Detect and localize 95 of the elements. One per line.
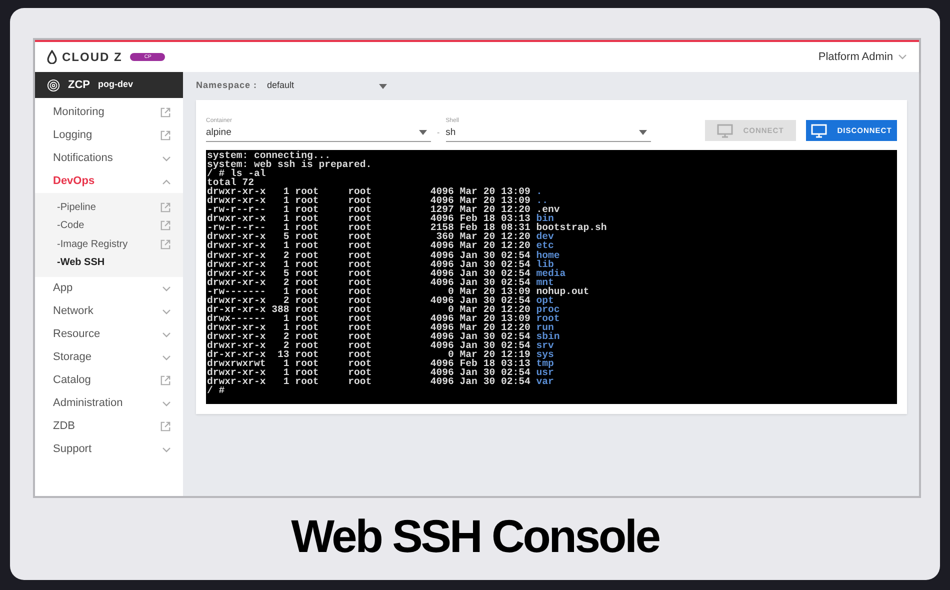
file-listing-entry: dr-xr-xr-x 388 root root 0 Mar 20 12:20 [207, 304, 532, 314]
chevron-icon [162, 400, 171, 406]
monitor-icon [811, 124, 828, 138]
sidebar-item[interactable]: Resource [35, 323, 183, 346]
user-menu[interactable]: Platform Admin [818, 48, 907, 66]
external-link-icon [160, 238, 171, 250]
file-listing-entry: drwxr-xr-x 2 root root 4096 Jan 30 02:54 [207, 340, 532, 350]
terminal-line: total 72 [207, 178, 254, 188]
file-listing-entry: drwxr-xr-x 1 root root 4096 Jan 30 02:54 [207, 368, 532, 378]
file-name: var [536, 377, 554, 386]
file-name: home [536, 250, 560, 260]
sidebar-item[interactable]: ZDB [35, 415, 183, 438]
file-name: proc [536, 304, 560, 314]
chevron-icon [162, 308, 171, 314]
external-link-icon [160, 220, 171, 232]
file-name: tmp [536, 359, 554, 368]
external-link-icon [160, 107, 171, 118]
file-name: nohup.out [536, 286, 590, 296]
drop-logo-icon [47, 50, 57, 64]
file-listing-entry: drwxr-xr-x 2 root root 4096 Jan 30 02:54 [207, 250, 532, 260]
file-name: media [536, 268, 566, 278]
file-listing-entry: drwxr-xr-x 1 root root 4096 Jan 30 02:54 [207, 260, 532, 269]
file-listing-entry: drwxr-xr-x 1 root root 4096 Mar 20 13:09 [207, 187, 532, 196]
submenu-item[interactable]: -Web SSH [35, 254, 183, 272]
sidebar-item[interactable]: Logging [35, 124, 183, 147]
submenu-item[interactable]: -Code [35, 216, 183, 235]
terminal-line: system: web ssh is prepared. [207, 160, 372, 170]
external-link-icon [160, 421, 171, 432]
chevron-icon [162, 178, 171, 184]
namespace-select[interactable]: default [267, 79, 388, 93]
file-name: .. [536, 196, 548, 206]
external-link-icon [160, 202, 171, 213]
sidebar-item[interactable]: Administration [35, 392, 183, 415]
file-listing-entry: -rw-r--r-- 1 root root 2158 Feb 18 08:31 [207, 223, 532, 232]
file-listing-entry: -rw-r--r-- 1 root root 1297 Mar 20 12:20 [207, 205, 532, 214]
file-listing-entry: dr-xr-xr-x 13 root root 0 Mar 20 12:19 [207, 350, 532, 360]
product-name: ZCP [68, 78, 90, 93]
file-name: bin [536, 214, 554, 224]
namespace-label: Namespace : [196, 79, 258, 92]
dropdown-caret-icon [638, 130, 647, 136]
terminal-line: system: connecting... [207, 151, 330, 160]
sidebar-item[interactable]: Notifications [35, 147, 183, 170]
file-listing-entry: drwxr-xr-x 1 root root 4096 Jan 30 02:54 [207, 377, 532, 386]
submenu-item[interactable]: -Image Registry [35, 235, 183, 254]
external-link-icon [160, 130, 171, 141]
sidebar-item[interactable]: Network [35, 300, 183, 323]
file-listing-entry: drwxr-xr-x 1 root root 4096 Feb 18 03:13 [207, 214, 532, 224]
chevron-icon [162, 446, 171, 452]
file-name: sys [536, 350, 554, 360]
chevron-icon [162, 332, 171, 338]
file-name: etc [536, 241, 554, 251]
sidebar-item[interactable]: Storage [35, 346, 183, 369]
file-name: opt [536, 296, 554, 305]
file-name: bootstrap.sh [536, 223, 607, 232]
sidebar-item[interactable]: Support [35, 438, 183, 461]
separator-text: - [437, 127, 440, 139]
file-listing-entry: drwxrwxrwt 1 root root 4096 Feb 18 03:13 [207, 359, 532, 368]
file-listing-entry: drwxr-xr-x 1 root root 4096 Mar 20 12:20 [207, 241, 532, 251]
dropdown-caret-icon [379, 84, 388, 88]
sidebar-item[interactable]: DevOps [35, 170, 183, 193]
file-name: sbin [536, 332, 560, 341]
file-listing-entry: drwxr-xr-x 5 root root 4096 Jan 30 02:54 [207, 268, 532, 278]
sidebar-item[interactable]: App [35, 277, 183, 300]
monitor-icon [717, 124, 734, 138]
file-listing-entry: drwx------ 1 root root 4096 Mar 20 13:09 [207, 314, 532, 323]
file-name: dev [536, 232, 554, 242]
file-listing-entry: drwxr-xr-x 2 root root 4096 Jan 30 02:54 [207, 296, 532, 305]
file-name: usr [536, 368, 554, 378]
file-listing-entry: drwxr-xr-x 1 root root 4096 Mar 20 12:20 [207, 322, 532, 332]
submenu-item[interactable]: -Pipeline [35, 198, 183, 216]
cluster-name: pog-dev [98, 78, 133, 92]
external-link-icon [160, 375, 171, 386]
chevron-icon [162, 286, 171, 292]
chevron-icon [162, 156, 171, 162]
file-name: lib [536, 260, 554, 269]
file-name: mnt [536, 278, 554, 287]
dropdown-caret-icon [419, 130, 427, 136]
logo-text: CLOUD Z [62, 49, 122, 66]
terminal-prompt: / # [207, 386, 225, 396]
file-listing-entry: drwxr-xr-x 1 root root 4096 Mar 20 13:09 [207, 196, 532, 206]
file-listing-entry: drwxr-xr-x 2 root root 4096 Jan 30 02:54 [207, 332, 532, 341]
chevron-icon [162, 354, 171, 360]
caption-title: Web SSH Console [291, 509, 659, 564]
sidebar-item[interactable]: Monitoring [35, 101, 183, 124]
file-listing-entry: drwxr-xr-x 5 root root 360 Mar 20 12:20 [207, 232, 532, 242]
file-name: root [536, 314, 560, 323]
sidebar-item[interactable]: Catalog [35, 369, 183, 392]
file-name: . [536, 187, 542, 196]
file-listing-entry: -rw------- 1 root root 0 Mar 20 13:09 [207, 286, 532, 296]
terminal-line: / # ls -al [207, 169, 266, 178]
file-name: .env [536, 205, 560, 214]
chevron-icon [898, 54, 907, 60]
file-listing-entry: drwxr-xr-x 2 root root 4096 Jan 30 02:54 [207, 278, 532, 287]
file-name: run [536, 322, 554, 332]
file-name: srv [536, 340, 554, 350]
